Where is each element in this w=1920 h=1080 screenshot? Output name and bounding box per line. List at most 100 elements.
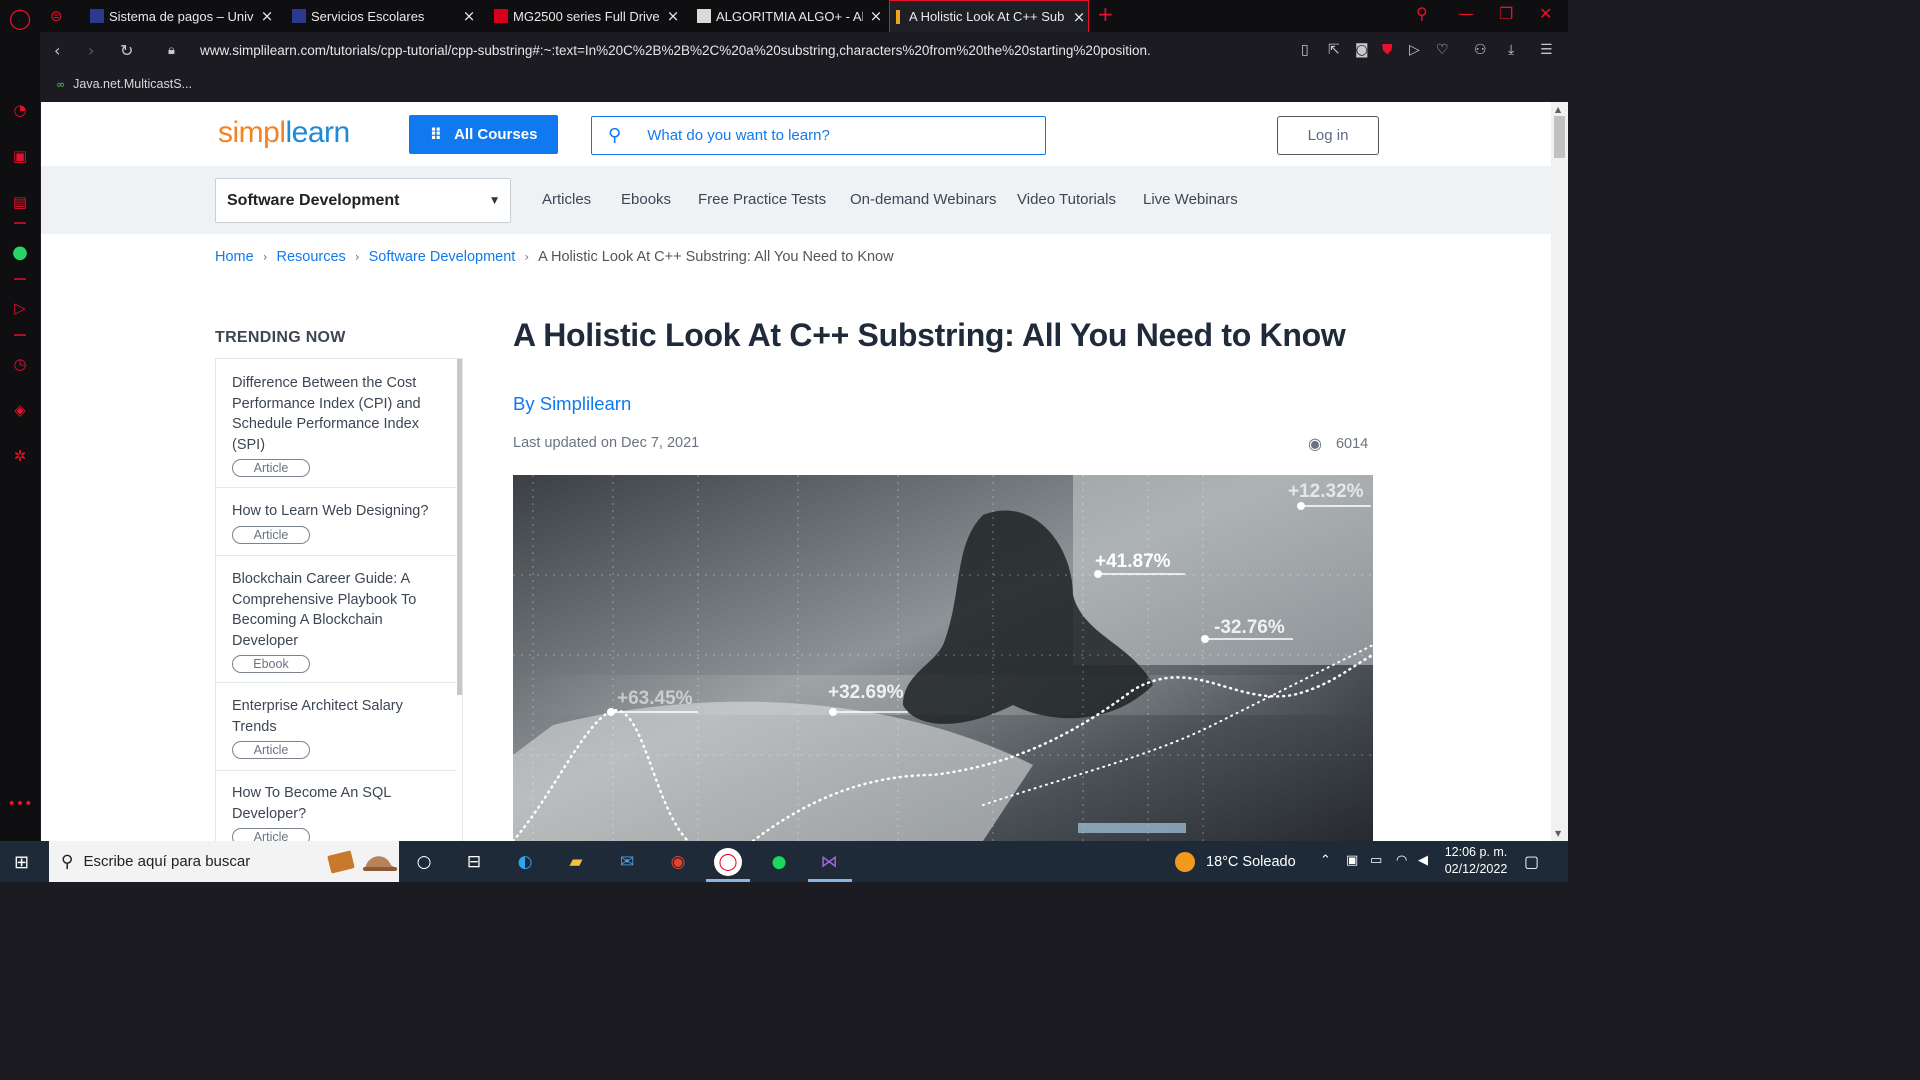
breadcrumb-resources[interactable]: Resources <box>277 249 346 265</box>
easy-setup-icon[interactable]: ☰ <box>1540 42 1553 58</box>
article-views: ◉ 6014 <box>1308 434 1369 453</box>
taskbar-search-box[interactable]: ⚲ Escribe aquí para buscar <box>49 841 399 882</box>
profile-icon[interactable]: ⚇ <box>1474 42 1487 58</box>
all-courses-button[interactable]: ⠿ All Courses <box>409 115 558 154</box>
simplilearn-logo[interactable]: simpllearn <box>218 116 350 150</box>
system-clock[interactable]: 12:06 p. m. 02/12/2022 <box>1440 844 1512 878</box>
twitch-icon[interactable]: ▤ <box>10 192 30 212</box>
close-tab-icon[interactable]: × <box>258 7 276 25</box>
spotify-icon[interactable]: ● <box>766 849 792 875</box>
breadcrumb-home[interactable]: Home <box>215 249 254 265</box>
back-icon[interactable]: ‹ <box>54 41 60 60</box>
edge-browser-icon[interactable]: ◐ <box>512 849 538 875</box>
notifications-icon[interactable]: ▢ <box>1524 852 1539 871</box>
algo-favicon-icon <box>697 9 711 23</box>
search-input[interactable] <box>647 127 1008 144</box>
history-icon[interactable]: ◷ <box>10 354 30 374</box>
article-author[interactable]: By Simplilearn <box>513 393 631 415</box>
send-icon[interactable]: ▷ <box>1409 42 1420 58</box>
forward-icon[interactable]: › <box>88 41 94 60</box>
minimize-icon[interactable]: — <box>1458 4 1474 23</box>
download-icon[interactable]: ⤓ <box>1508 42 1514 58</box>
subnav-live-webinars[interactable]: Live Webinars <box>1143 191 1238 208</box>
hero-label: +32.69% <box>828 682 904 703</box>
mail-icon[interactable]: ✉ <box>614 849 640 875</box>
category-dropdown[interactable]: Software Development ▼ <box>215 178 511 223</box>
tab-servicios-escolares[interactable]: Servicios Escolares × <box>286 0 478 32</box>
reload-icon[interactable]: ↻ <box>120 41 133 60</box>
subnav-video-tutorials[interactable]: Video Tutorials <box>1017 191 1116 208</box>
subnav-ebooks[interactable]: Ebooks <box>621 191 671 208</box>
scroll-down-arrow-icon[interactable]: ▼ <box>1555 829 1561 838</box>
briefcase-icon[interactable]: ▣ <box>10 146 30 166</box>
trending-item[interactable]: Blockchain Career Guide: A Comprehensive… <box>216 569 456 683</box>
scroll-up-arrow-icon[interactable]: ▲ <box>1555 105 1561 114</box>
snapshot-camera-icon[interactable]: ◙ <box>1355 42 1369 58</box>
more-dots-icon[interactable]: ••• <box>8 794 33 814</box>
content-type-badge: Article <box>232 459 310 477</box>
share-icon[interactable]: ⇱ <box>1328 42 1340 58</box>
trending-item[interactable]: How to Learn Web Designing? Article <box>216 501 456 556</box>
heart-icon[interactable]: ♡ <box>1436 42 1449 58</box>
trending-item[interactable]: Enterprise Architect Salary Trends Artic… <box>216 696 456 771</box>
login-button[interactable]: Log in <box>1277 116 1379 155</box>
bookmark-item[interactable]: ∞ Java.net.MulticastS... <box>56 77 192 91</box>
url-text[interactable]: www.simplilearn.com/tutorials/cpp-tutori… <box>200 43 1151 58</box>
wifi-icon[interactable]: ◠ <box>1396 853 1407 868</box>
tab-sistema-pagos[interactable]: Sistema de pagos – Univer × <box>84 0 276 32</box>
subnav-articles[interactable]: Articles <box>542 191 591 208</box>
breadcrumb: Home › Resources › Software Development … <box>215 249 894 265</box>
subnav-on-demand-webinars[interactable]: On-demand Webinars <box>850 191 996 208</box>
close-window-icon[interactable]: ✕ <box>1539 4 1552 23</box>
new-tab-plus-icon[interactable]: + <box>1097 2 1114 26</box>
task-view-icon[interactable]: ○ <box>411 849 437 875</box>
address-bar: ‹ › ↻ 🔒︎ www.simplilearn.com/tutorials/c… <box>40 32 1568 70</box>
active-app-indicator <box>706 879 750 882</box>
battery-icon[interactable]: ▭ <box>1370 853 1382 868</box>
tab-search-icon[interactable]: ⚲ <box>1416 4 1428 23</box>
widgets-icon[interactable]: ⊟ <box>461 849 487 875</box>
visual-studio-icon[interactable]: ⋈ <box>816 849 842 875</box>
file-explorer-icon[interactable]: ▰ <box>563 849 589 875</box>
reader-mode-icon[interactable]: ▯ <box>1301 42 1309 58</box>
eye-icon: ◉ <box>1308 434 1322 453</box>
whatsapp-icon[interactable]: ● <box>10 242 30 263</box>
site-favicon-icon <box>292 9 306 23</box>
close-tab-icon[interactable]: × <box>1070 8 1088 26</box>
breadcrumb-software-development[interactable]: Software Development <box>369 249 516 265</box>
trending-item[interactable]: Difference Between the Cost Performance … <box>216 373 456 488</box>
search-icon: ⚲ <box>61 851 74 872</box>
tab-holistic-cpp-active[interactable]: A Holistic Look At C++ Sub × <box>889 0 1089 32</box>
tab-algoritmia[interactable]: ALGORITMIA ALGO+ - Algo × <box>691 0 885 32</box>
extensions-cube-icon[interactable]: ◈ <box>10 400 30 420</box>
tab-mg2500-driver[interactable]: MG2500 series Full Driver & × <box>488 0 682 32</box>
chrome-icon[interactable]: ◉ <box>665 849 691 875</box>
restore-icon[interactable]: ❐ <box>1499 4 1513 23</box>
close-tab-icon[interactable]: × <box>460 7 478 25</box>
subnav-free-practice-tests[interactable]: Free Practice Tests <box>698 191 826 208</box>
opera-taskbar-icon[interactable]: ◯ <box>714 848 742 876</box>
scrollbar-thumb[interactable] <box>1554 116 1565 158</box>
tab-strip: ⊜ Sistema de pagos – Univer × Servicios … <box>40 0 1568 32</box>
adblock-shield-icon[interactable]: ⛊ <box>1382 42 1393 58</box>
trending-scrollbar[interactable] <box>457 359 462 695</box>
article-hero-image: +12.32% +41.87% -32.76% +63.45% +32.69% <box>513 475 1373 841</box>
search-box[interactable]: ⚲ <box>591 116 1046 155</box>
speed-dial-icon[interactable]: ◔ <box>10 100 30 120</box>
weather-widget[interactable]: 18°C Soleado <box>1175 852 1296 872</box>
page-scrollbar[interactable]: ▲ ▼ <box>1551 102 1568 841</box>
device-icon[interactable]: ▣ <box>1346 853 1358 868</box>
opera-logo-icon[interactable]: ◯ <box>9 6 31 30</box>
close-tab-icon[interactable]: × <box>867 7 885 25</box>
trending-item[interactable]: How To Become An SQL Developer? Article <box>216 783 456 841</box>
windows-start-icon[interactable]: ⊞ <box>14 852 29 873</box>
tray-chevron-up-icon[interactable]: ⌃ <box>1320 853 1331 868</box>
player-icon[interactable]: ▷ <box>10 298 30 318</box>
running-app-indicator <box>808 879 852 882</box>
lock-icon[interactable]: 🔒︎ <box>168 43 175 58</box>
tab-gaming-icon[interactable]: ⊜ <box>44 0 82 32</box>
close-tab-icon[interactable]: × <box>664 7 682 25</box>
settings-gear-icon[interactable]: ✲ <box>10 446 30 466</box>
hero-label: +12.32% <box>1288 481 1364 502</box>
volume-icon[interactable]: ◀ <box>1418 853 1428 868</box>
